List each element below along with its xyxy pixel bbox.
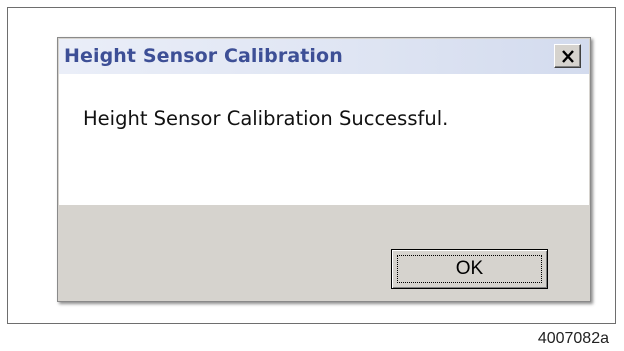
dialog-message: Height Sensor Calibration Successful. <box>83 107 449 130</box>
calibration-dialog: Height Sensor Calibration Height Sensor … <box>57 37 591 302</box>
close-icon <box>561 49 575 63</box>
dialog-message-area <box>59 74 589 205</box>
figure-caption: 4007082a <box>537 330 609 347</box>
ok-button[interactable]: OK <box>391 249 548 289</box>
dialog-title: Height Sensor Calibration <box>64 45 343 67</box>
dialog-titlebar[interactable]: Height Sensor Calibration <box>59 39 589 74</box>
close-button[interactable] <box>554 44 581 68</box>
ok-button-label: OK <box>397 255 542 283</box>
